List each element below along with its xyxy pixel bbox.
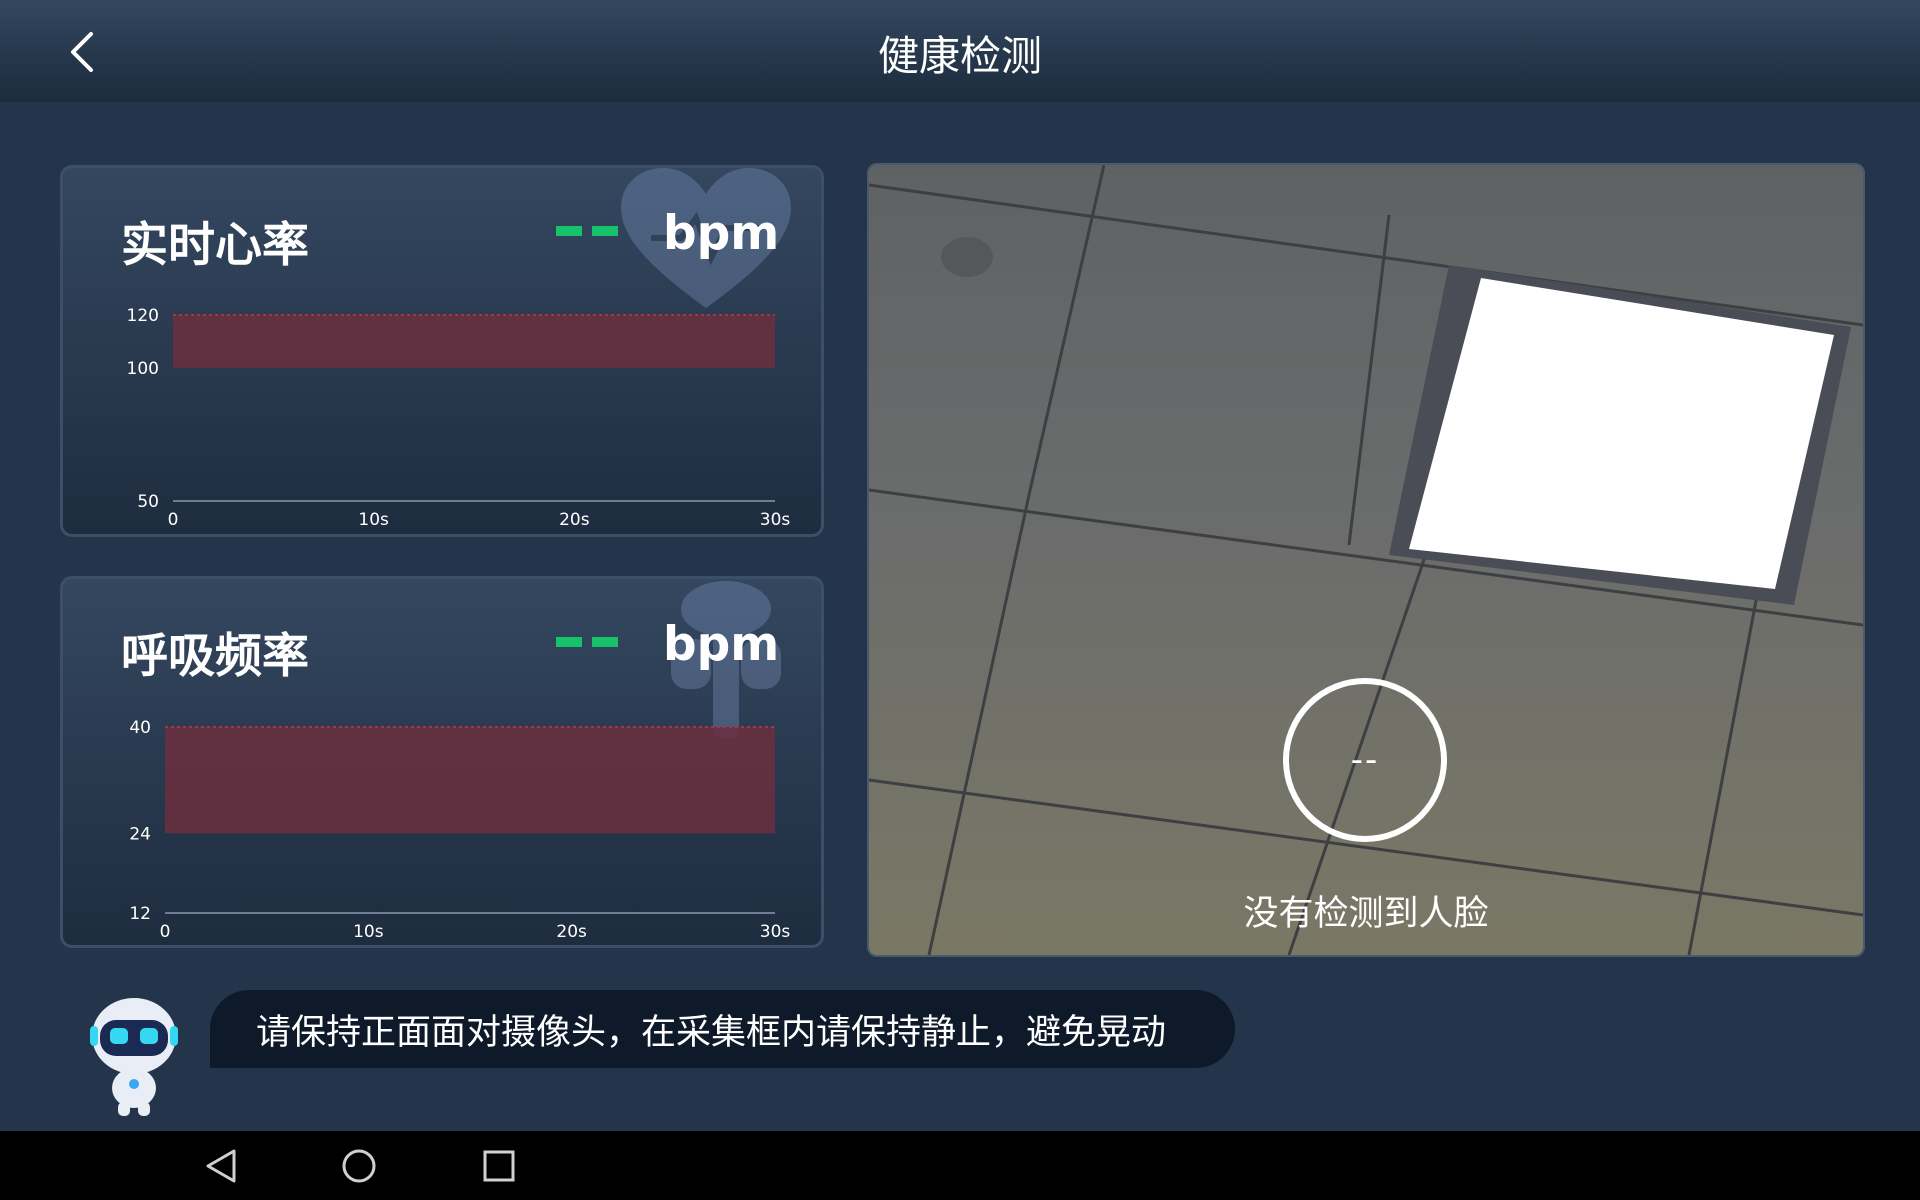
page-title: 健康检测 [878, 32, 1042, 80]
circle-home-icon [342, 1149, 376, 1183]
top-bar: 健康检测 [0, 0, 1920, 102]
face-ring-value: -- [1350, 740, 1380, 780]
respiration-x-tick-label: 10s [353, 922, 384, 942]
heart-rate-chart: 120 100 50 0 10s 20s 30s [127, 306, 791, 530]
respiration-alert-band [165, 727, 775, 834]
nav-back-button[interactable] [198, 1143, 244, 1189]
heart-rate-y-tick-label: 120 [127, 306, 159, 326]
respiration-y-tick-label: 12 [129, 904, 151, 924]
respiration-x-tick-label: 0 [160, 922, 171, 942]
heart-rate-y-tick-label: 100 [127, 359, 159, 379]
heart-rate-x-tick-label: 10s [358, 510, 389, 530]
heart-rate-panel: 实时心率 bpm 120 100 50 0 10s 20s 30s [60, 165, 824, 537]
camera-preview[interactable]: -- 没有检测到人脸 [867, 163, 1865, 957]
heart-rate-x-tick-label: 30s [760, 510, 791, 530]
face-status-text: 没有检测到人脸 [1243, 894, 1489, 934]
system-nav-bar [0, 1131, 1920, 1200]
respiration-chart: 40 24 12 0 10s 20s 30s [129, 718, 791, 942]
robot-mascot-icon [90, 998, 178, 1116]
respiration-panel: 呼吸频率 bpm 40 24 12 0 10s 20s 30s [60, 576, 824, 948]
hint-bubble: 请保持正面面对摄像头，在采集框内请保持静止，避免晃动 [210, 990, 1235, 1068]
respiration-y-tick-label: 40 [129, 718, 151, 738]
respiration-x-tick-label: 30s [760, 922, 791, 942]
heart-rate-x-tick-label: 0 [168, 510, 179, 530]
respiration-x-tick-label: 20s [556, 922, 587, 942]
heart-rate-alert-band [173, 315, 775, 369]
face-detection-ring: -- [1283, 678, 1447, 842]
square-recents-icon [483, 1150, 515, 1182]
heart-rate-x-tick-label: 20s [559, 510, 590, 530]
nav-home-button[interactable] [336, 1143, 382, 1189]
hint-text: 请保持正面面对摄像头，在采集框内请保持静止，避免晃动 [256, 1012, 1167, 1053]
nav-recents-button[interactable] [476, 1143, 522, 1189]
respiration-y-tick-label: 24 [129, 824, 151, 844]
heart-rate-y-tick-label: 50 [137, 492, 159, 512]
triangle-back-icon [206, 1149, 236, 1183]
